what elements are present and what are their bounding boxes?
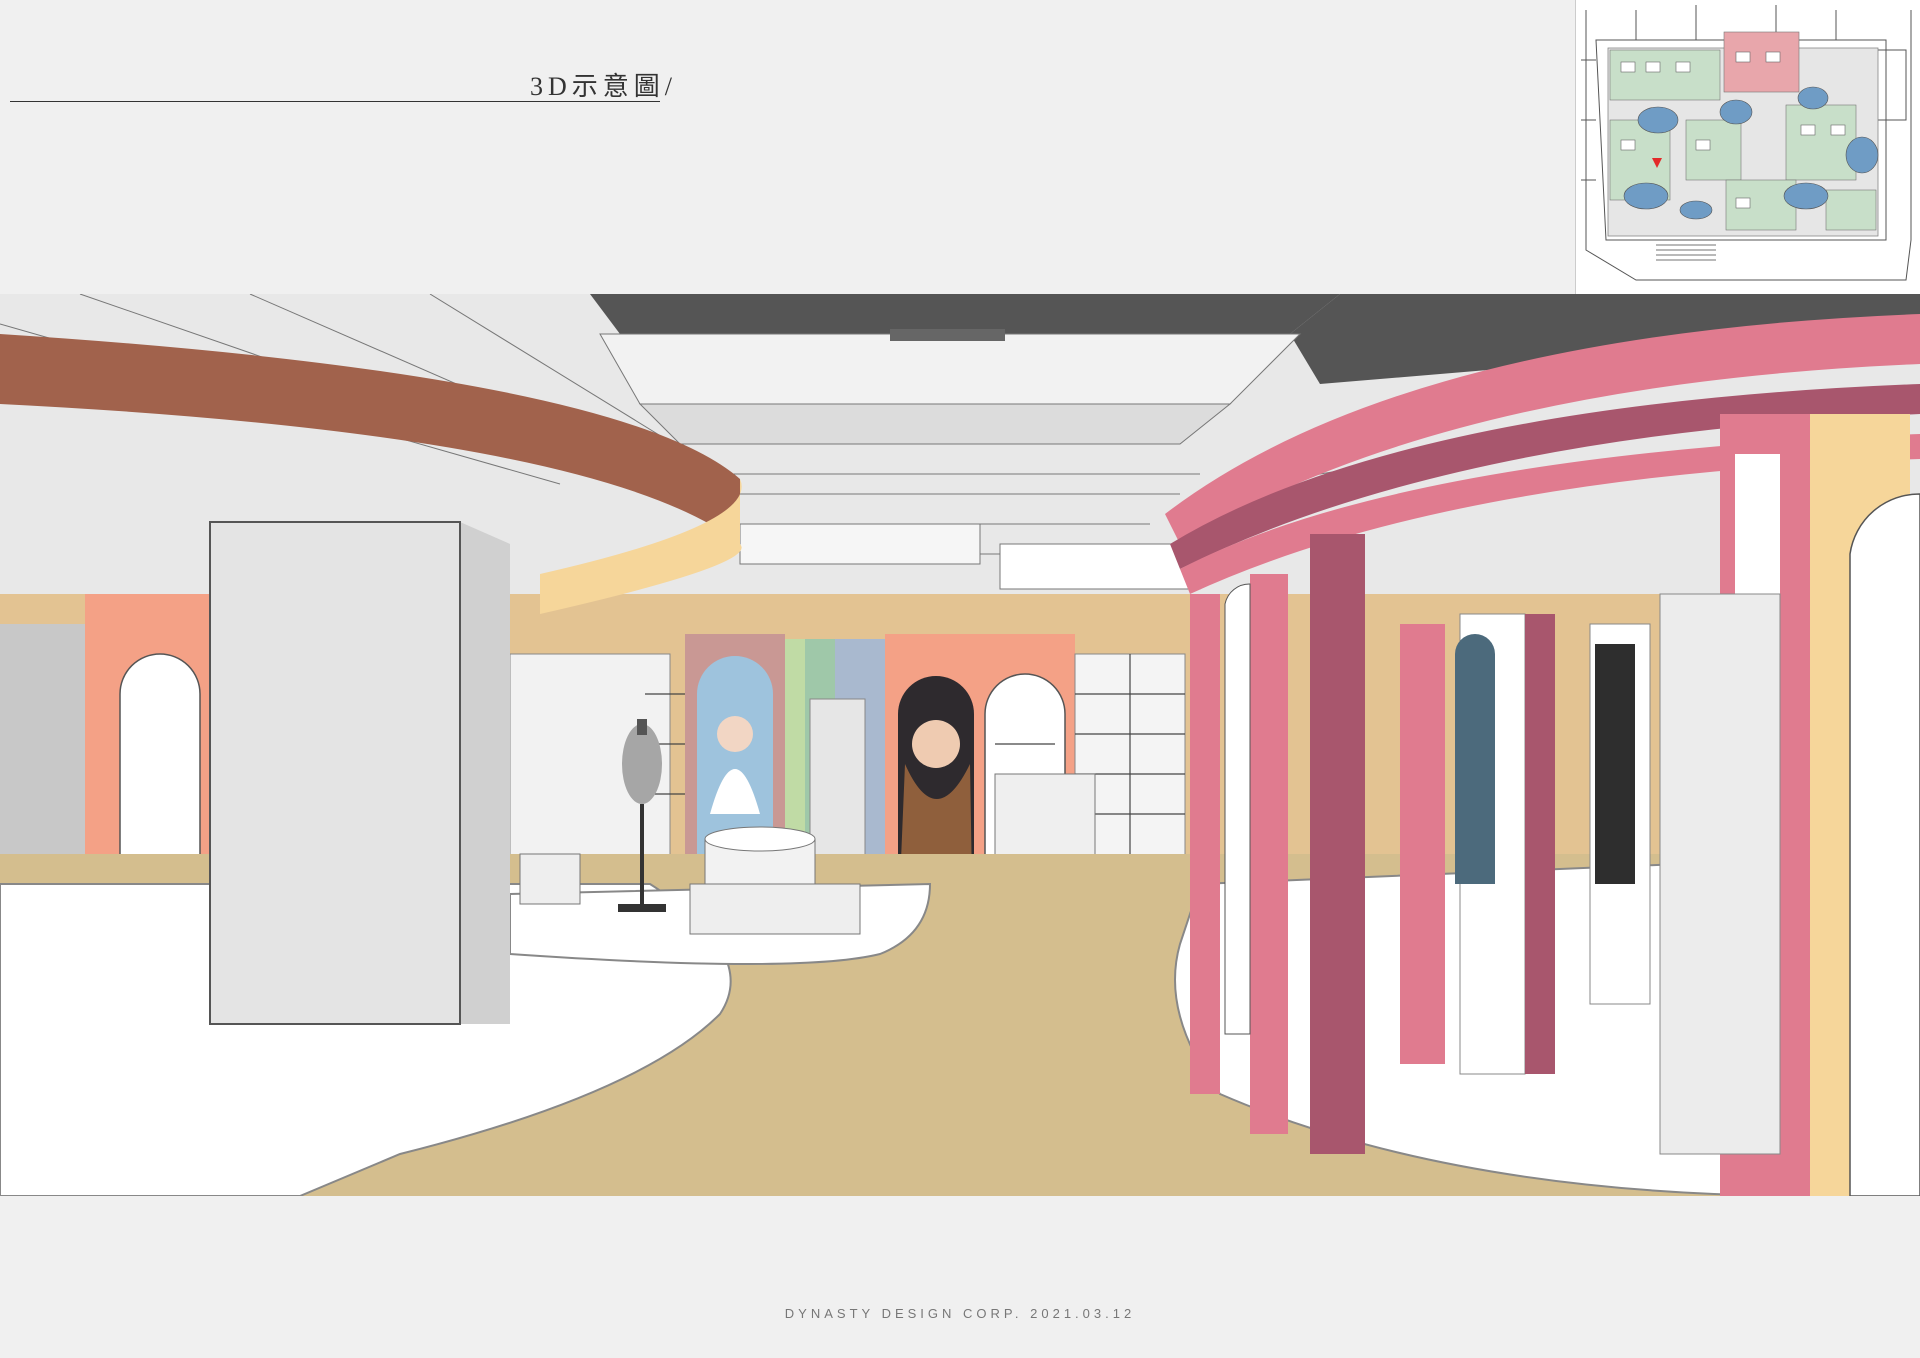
marble-panel [1659, 593, 1781, 1155]
key-plan-drawing [1576, 0, 1920, 294]
pink-arcade-frame [1165, 314, 1920, 1196]
key-plan [1575, 0, 1920, 295]
ceiling-recess [590, 294, 1340, 334]
interior-scene [0, 294, 1920, 1196]
footer-credit: DYNASTY DESIGN CORP. 2021.03.12 [784, 1306, 1136, 1321]
3d-rendering [0, 294, 1920, 1196]
page-title: 3D示意圖/ [530, 72, 678, 101]
title-divider [10, 101, 660, 102]
